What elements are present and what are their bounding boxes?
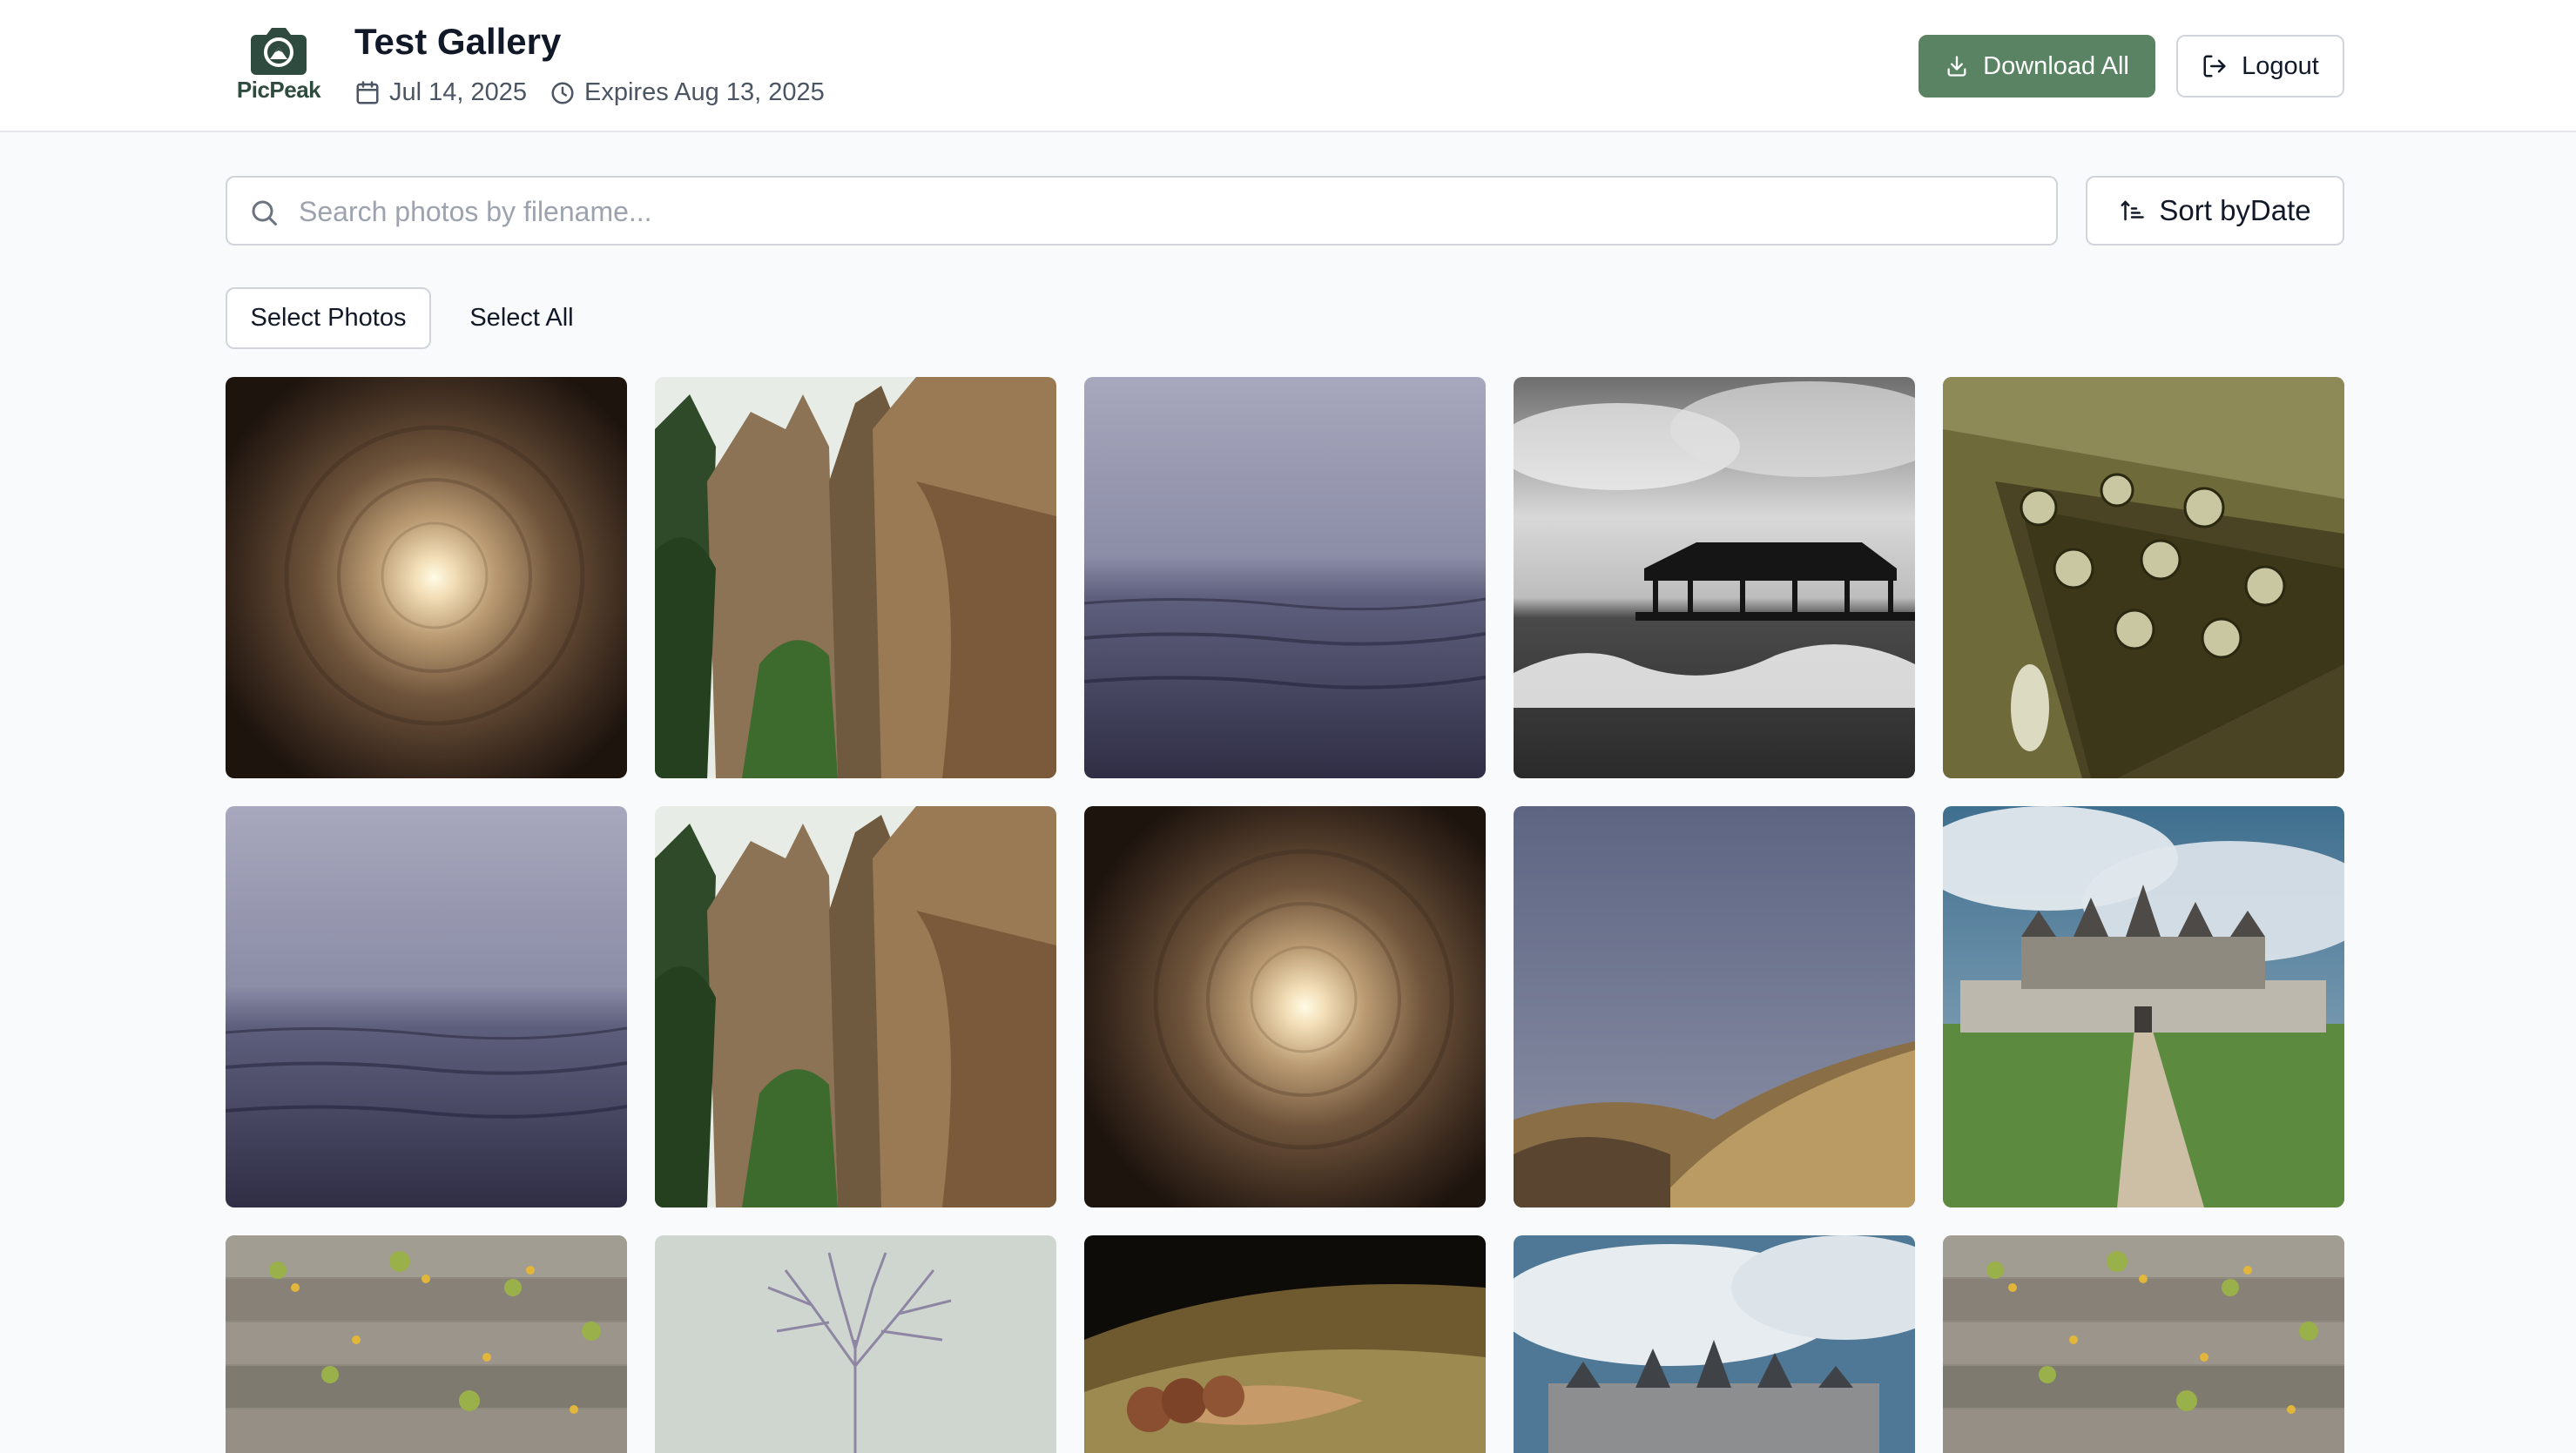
photo-misty-sea bbox=[226, 806, 627, 1207]
photo-misty-sea bbox=[1084, 377, 1486, 778]
app-header: PicPeak Test Gallery Jul 14, 2025 Expire… bbox=[0, 0, 2576, 132]
logout-label: Logout bbox=[2242, 51, 2319, 80]
photo-tile[interactable] bbox=[1514, 806, 1915, 1207]
search-input[interactable] bbox=[297, 185, 2033, 239]
photo-pier-bw bbox=[1514, 377, 1915, 778]
photo-bare-tree bbox=[655, 1235, 1056, 1453]
download-icon bbox=[1947, 56, 1966, 77]
photo-rock-cliffs bbox=[655, 377, 1056, 778]
sort-label: Sort byDate bbox=[2159, 194, 2311, 226]
photo-tile[interactable] bbox=[1084, 1235, 1486, 1453]
sort-ascending-icon bbox=[2121, 200, 2145, 221]
photo-tile[interactable] bbox=[655, 1235, 1056, 1453]
camera-mountain-icon bbox=[251, 28, 307, 75]
photo-rock-cliffs bbox=[655, 806, 1056, 1207]
gallery-title: Test Gallery bbox=[354, 21, 562, 62]
select-photos-button[interactable]: Select Photos bbox=[226, 287, 431, 349]
app-logo[interactable]: PicPeak bbox=[235, 26, 322, 106]
photo-golden-hills bbox=[1514, 806, 1915, 1207]
photo-tile[interactable] bbox=[1084, 806, 1486, 1207]
photo-tile[interactable] bbox=[655, 806, 1056, 1207]
photo-tile[interactable] bbox=[1943, 377, 2344, 778]
photo-light-tunnel bbox=[226, 377, 627, 778]
photo-chateau bbox=[1943, 806, 2344, 1207]
date-text: Jul 14, 2025 bbox=[389, 78, 528, 106]
photo-pebbles-leaf bbox=[1084, 1235, 1486, 1453]
photo-tile[interactable] bbox=[1943, 1235, 2344, 1453]
photo-tile[interactable] bbox=[226, 1235, 627, 1453]
select-all-label: Select All bbox=[469, 304, 574, 332]
download-all-label: Download All bbox=[1983, 51, 2129, 80]
photo-light-tunnel bbox=[1084, 806, 1486, 1207]
photo-tile[interactable] bbox=[1514, 377, 1915, 778]
logout-icon bbox=[2203, 55, 2226, 77]
photo-chateau-clouds bbox=[1514, 1235, 1915, 1453]
calendar-icon bbox=[356, 80, 379, 104]
gallery-expiry: Expires Aug 13, 2025 bbox=[550, 78, 825, 107]
photo-tile[interactable] bbox=[226, 806, 627, 1207]
photo-wooden-planks-flowers bbox=[226, 1235, 627, 1453]
gallery-date: Jul 14, 2025 bbox=[354, 78, 527, 107]
clock-icon bbox=[551, 82, 574, 104]
gallery-meta: Jul 14, 2025 Expires Aug 13, 2025 bbox=[354, 78, 847, 107]
logout-button[interactable]: Logout bbox=[2176, 35, 2344, 98]
select-photos-label: Select Photos bbox=[250, 304, 407, 332]
search-icon bbox=[252, 200, 277, 225]
photo-tile[interactable] bbox=[1514, 1235, 1915, 1453]
search-box[interactable] bbox=[226, 176, 2058, 246]
photo-tile[interactable] bbox=[1943, 806, 2344, 1207]
photo-tile[interactable] bbox=[226, 377, 627, 778]
photo-tile[interactable] bbox=[655, 377, 1056, 778]
logo-text: PicPeak bbox=[236, 77, 321, 103]
photo-wooden-planks-flowers bbox=[1943, 1235, 2344, 1453]
photo-tile[interactable] bbox=[1084, 377, 1486, 778]
photo-guitar-headstock bbox=[1943, 377, 2344, 778]
expires-text: Expires Aug 13, 2025 bbox=[584, 78, 825, 106]
select-all-button[interactable]: Select All bbox=[444, 287, 599, 349]
sort-button[interactable]: Sort byDate bbox=[2086, 176, 2344, 246]
download-all-button[interactable]: Download All bbox=[1919, 35, 2155, 98]
